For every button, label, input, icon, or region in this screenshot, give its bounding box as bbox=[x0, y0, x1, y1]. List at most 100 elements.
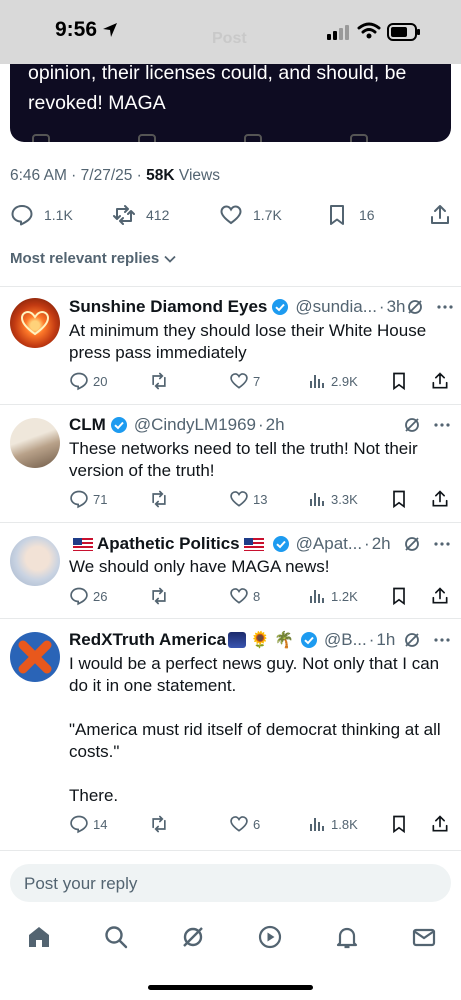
repost-button[interactable] bbox=[149, 370, 169, 392]
views-button[interactable]: 3.3K bbox=[309, 488, 358, 510]
bookmarks-stat[interactable]: 16 bbox=[325, 200, 375, 230]
quoted-post-actions bbox=[32, 134, 368, 142]
repost-icon bbox=[152, 587, 166, 605]
share-button[interactable] bbox=[430, 488, 450, 510]
share-button[interactable] bbox=[428, 200, 452, 230]
views-button[interactable]: 2.9K bbox=[309, 370, 358, 392]
reply-author-handle[interactable]: @CindyLM1969 bbox=[134, 415, 256, 435]
reply-author-handle[interactable]: @sundia... bbox=[295, 297, 377, 317]
share-button[interactable] bbox=[430, 370, 450, 392]
reply-time: 2h bbox=[265, 415, 285, 434]
reply-header: Apathetic Politics @Apat... · 2h bbox=[69, 533, 451, 555]
sunflower-emoji-icon: 🌻 bbox=[250, 632, 271, 649]
bookmarks-count: 16 bbox=[359, 207, 375, 223]
reply-icon bbox=[70, 587, 88, 606]
repost-button[interactable] bbox=[149, 813, 169, 835]
verified-badge-icon bbox=[272, 535, 290, 553]
reply-composer-input[interactable]: Post your reply bbox=[10, 864, 451, 902]
like-button[interactable]: 8 bbox=[229, 585, 260, 607]
reply-author-handle[interactable]: @B... bbox=[324, 630, 367, 650]
reply-actions: 26 8 1.2K bbox=[69, 585, 450, 607]
header-title-ghost: Post bbox=[212, 30, 247, 47]
avatar[interactable] bbox=[10, 536, 60, 586]
reply-item[interactable]: Apathetic Politics @Apat... · 2h We shou… bbox=[0, 522, 461, 618]
reply-author-name[interactable]: CLM bbox=[69, 415, 106, 435]
more-options-icon[interactable] bbox=[433, 541, 451, 547]
like-icon bbox=[230, 588, 248, 604]
replies-sort-dropdown[interactable]: Most relevant replies bbox=[10, 250, 177, 267]
reply-item[interactable]: RedXTruth America 🌻 🌴 @B... · 1h I would… bbox=[0, 618, 461, 850]
analytics-icon bbox=[310, 818, 324, 831]
notifications-icon[interactable] bbox=[334, 924, 360, 950]
reply-author-name[interactable]: Apathetic Politics bbox=[97, 534, 240, 554]
bookmark-button[interactable] bbox=[389, 370, 409, 392]
share-button[interactable] bbox=[430, 585, 450, 607]
reply-author-name[interactable]: RedXTruth America bbox=[69, 630, 226, 650]
bookmark-button[interactable] bbox=[389, 585, 409, 607]
reply-text: I would be a perfect news guy. Not only … bbox=[69, 654, 441, 805]
like-button[interactable]: 7 bbox=[229, 370, 260, 392]
views-button[interactable]: 1.2K bbox=[309, 585, 358, 607]
reply-button[interactable]: 71 bbox=[69, 488, 107, 510]
bookmark-button[interactable] bbox=[389, 488, 409, 510]
avatar[interactable] bbox=[10, 418, 60, 468]
views-label: Views bbox=[174, 167, 220, 184]
more-options-icon[interactable] bbox=[433, 637, 451, 643]
reply-button[interactable]: 14 bbox=[69, 813, 107, 835]
meta-separator: · bbox=[132, 167, 147, 184]
reply-item[interactable]: Sunshine Diamond Eyes @sundia... · 3h At… bbox=[0, 286, 461, 404]
post-time: 6:46 AM bbox=[10, 167, 67, 184]
views-button[interactable]: 1.8K bbox=[309, 813, 358, 835]
like-button[interactable]: 6 bbox=[229, 813, 260, 835]
reply-button[interactable]: 20 bbox=[69, 370, 107, 392]
like-icon bbox=[230, 816, 248, 832]
like-button[interactable]: 13 bbox=[229, 488, 267, 510]
repost-button[interactable] bbox=[149, 585, 169, 607]
post-stats-bar: 1.1K 412 1.7K 16 bbox=[10, 200, 451, 230]
reply-actions: 71 13 3.3K bbox=[69, 488, 450, 510]
more-options-icon[interactable] bbox=[436, 304, 454, 310]
home-icon[interactable] bbox=[26, 924, 52, 950]
post-meta: 6:46 AM · 7/27/25 · 58K Views bbox=[10, 167, 220, 185]
heart-avatar-icon bbox=[20, 310, 50, 336]
share-button[interactable] bbox=[430, 813, 450, 835]
bookmark-button[interactable] bbox=[389, 813, 409, 835]
avatar[interactable] bbox=[10, 632, 60, 682]
reply-author-handle[interactable]: @Apat... bbox=[296, 534, 362, 554]
reply-header: Sunshine Diamond Eyes @sundia... · 3h bbox=[69, 296, 454, 318]
reply-text: We should only have MAGA news! bbox=[69, 557, 330, 576]
repost-icon bbox=[152, 372, 166, 390]
more-options-icon[interactable] bbox=[433, 422, 451, 428]
like-icon bbox=[220, 205, 242, 225]
like-count: 13 bbox=[253, 491, 268, 507]
share-icon bbox=[350, 134, 368, 142]
reply-time: 3h bbox=[386, 297, 406, 316]
avatar[interactable] bbox=[10, 298, 60, 348]
reply-item[interactable]: CLM @CindyLM1969 · 2h These networks nee… bbox=[0, 404, 461, 522]
bookmark-icon bbox=[393, 372, 405, 391]
grok-icon[interactable] bbox=[180, 924, 206, 950]
divider bbox=[0, 850, 461, 851]
grok-icon[interactable] bbox=[403, 416, 421, 434]
repost-button[interactable] bbox=[149, 488, 169, 510]
grok-icon[interactable] bbox=[406, 298, 424, 316]
palm-tree-emoji-icon: 🌴 bbox=[274, 632, 294, 649]
bookmark-icon bbox=[393, 815, 405, 834]
home-indicator bbox=[148, 985, 313, 990]
reply-author-name[interactable]: Sunshine Diamond Eyes bbox=[69, 297, 267, 317]
share-icon bbox=[432, 815, 448, 832]
grok-icon[interactable] bbox=[403, 535, 421, 553]
reply-button[interactable]: 26 bbox=[69, 585, 107, 607]
grok-icon[interactable] bbox=[403, 631, 421, 649]
messages-icon[interactable] bbox=[411, 924, 437, 950]
video-icon[interactable] bbox=[257, 924, 283, 950]
meta-separator: · bbox=[66, 167, 81, 184]
replies-stat[interactable]: 1.1K bbox=[10, 200, 73, 230]
analytics-icon bbox=[310, 375, 324, 388]
search-icon[interactable] bbox=[103, 924, 129, 950]
likes-stat[interactable]: 1.7K bbox=[219, 200, 282, 230]
reposts-stat[interactable]: 412 bbox=[112, 200, 169, 230]
like-icon bbox=[230, 491, 248, 507]
analytics-icon bbox=[310, 590, 324, 603]
like-icon bbox=[230, 373, 248, 389]
